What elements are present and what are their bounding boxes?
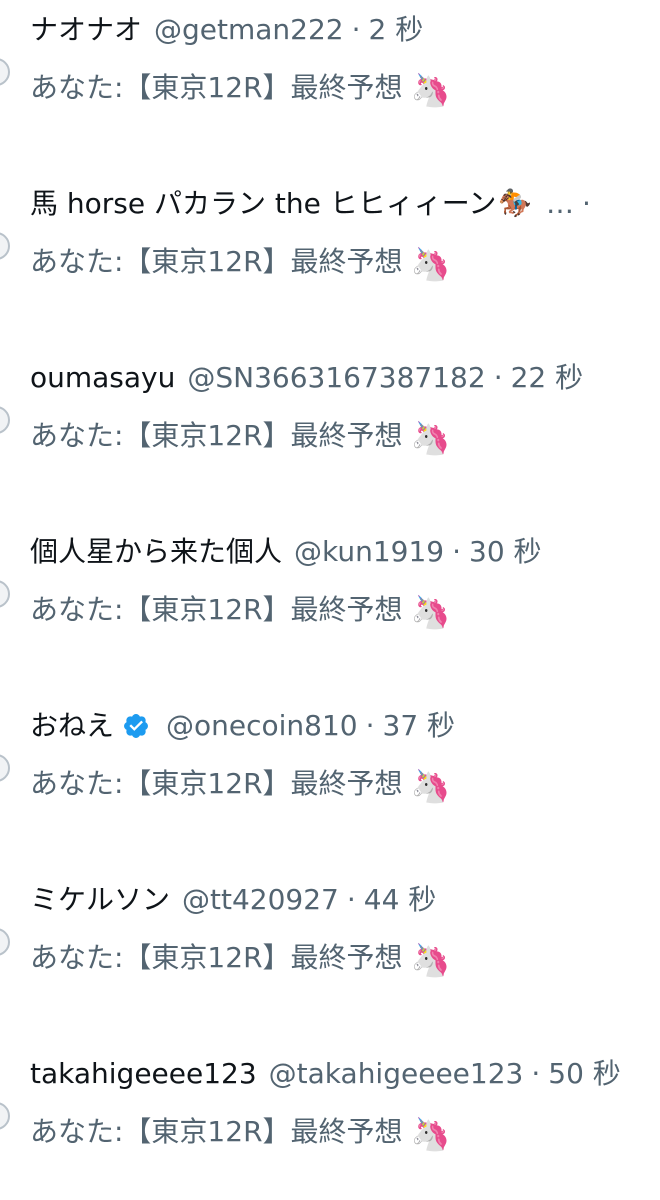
unicorn-emoji: 🦄 [410,245,451,283]
display-name[interactable]: おねえ [30,704,114,748]
avatar[interactable] [0,754,10,782]
notification-item[interactable]: 個人星から来た個人 @kun1919 · 30 秒 あなた:【東京12R】最終予… [0,530,660,640]
user-header: おねえ @onecoin810 · 37 秒 [30,704,660,748]
username-handle[interactable]: @takahigeeee123 [269,1052,524,1096]
notification-item[interactable]: 馬 horse パカラン the ヒヒィィーン 🏇 … · あなた:【東京12R】… [0,182,660,292]
user-header: 個人星から来た個人 @kun1919 · 30 秒 [30,530,660,574]
separator-dot: · [346,883,356,916]
timestamp: 50 秒 [548,1057,621,1090]
notification-item[interactable]: ナオナオ @getman222 · 2 秒 あなた:【東京12R】最終予想 🦄 [0,8,660,118]
verified-badge-icon [122,712,150,740]
display-name[interactable]: ナオナオ [30,8,142,52]
notification-snippet: あなた:【東京12R】最終予想 🦄 [30,762,450,808]
unicorn-emoji: 🦄 [410,1115,451,1153]
notification-snippet: あなた:【東京12R】最終予想 🦄 [30,936,450,982]
timestamp: 2 秒 [368,13,424,46]
separator-dot: · [351,13,361,46]
user-header: ナオナオ @getman222 · 2 秒 [30,8,660,52]
user-header: takahigeeee123 @takahigeeee123 · 50 秒 [30,1052,660,1096]
notification-snippet: あなた:【東京12R】最終予想 🦄 [30,66,450,112]
avatar[interactable] [0,580,10,608]
notification-snippet: あなた:【東京12R】最終予想 🦄 [30,1110,450,1156]
username-handle[interactable]: @getman222 [154,8,344,52]
separator-dot: · [452,535,462,568]
display-name[interactable]: ミケルソン [30,878,170,922]
user-header: 馬 horse パカラン the ヒヒィィーン 🏇 … · [30,182,660,226]
avatar[interactable] [0,406,10,434]
unicorn-emoji: 🦄 [410,419,451,457]
notification-item[interactable]: oumasayu @SN3663167387182 · 22 秒 あなた:【東京… [0,356,660,466]
horse-racing-emoji: 🏇 [498,188,532,219]
snippet-text: あなた:【東京12R】最終予想 [30,419,403,452]
user-header: ミケルソン @tt420927 · 44 秒 [30,878,660,922]
notification-snippet: あなた:【東京12R】最終予想 🦄 [30,414,450,460]
notification-item[interactable]: takahigeeee123 @takahigeeee123 · 50 秒 あな… [0,1052,660,1162]
unicorn-emoji: 🦄 [410,767,451,805]
username-handle[interactable]: @SN3663167387182 [187,356,485,400]
snippet-text: あなた:【東京12R】最終予想 [30,941,403,974]
snippet-text: あなた:【東京12R】最終予想 [30,593,403,626]
timestamp: 37 秒 [382,709,456,742]
username-handle[interactable]: @tt420927 [182,878,339,922]
separator-dot: · [493,361,503,394]
snippet-text: あなた:【東京12R】最終予想 [30,1115,403,1148]
avatar[interactable] [0,232,10,260]
display-name[interactable]: oumasayu [30,356,175,400]
unicorn-emoji: 🦄 [410,941,451,979]
avatar[interactable] [0,1102,10,1130]
separator-dot: · [365,709,375,742]
display-name[interactable]: 馬 horse パカラン the ヒヒィィーン [30,182,496,226]
notification-item[interactable]: おねえ @onecoin810 · 37 秒 あなた:【東京12R】最終予想 🦄 [0,704,660,814]
timestamp: 44 秒 [363,883,437,916]
truncation-ellipsis: … [545,187,574,220]
unicorn-emoji: 🦄 [410,593,451,631]
timestamp: 22 秒 [510,361,584,394]
separator-dot: · [581,187,591,220]
snippet-text: あなた:【東京12R】最終予想 [30,245,403,278]
notification-list: ナオナオ @getman222 · 2 秒 あなた:【東京12R】最終予想 🦄 馬… [0,0,660,1200]
notification-snippet: あなた:【東京12R】最終予想 🦄 [30,240,450,286]
notification-snippet: あなた:【東京12R】最終予想 🦄 [30,588,450,634]
display-name[interactable]: takahigeeee123 [30,1052,257,1096]
username-handle[interactable]: @kun1919 [294,530,444,574]
username-handle[interactable]: @onecoin810 [166,704,358,748]
display-name[interactable]: 個人星から来た個人 [30,530,282,574]
avatar[interactable] [0,58,10,86]
user-header: oumasayu @SN3663167387182 · 22 秒 [30,356,660,400]
snippet-text: あなた:【東京12R】最終予想 [30,767,403,800]
separator-dot: · [531,1057,541,1090]
timestamp: 30 秒 [469,535,542,568]
unicorn-emoji: 🦄 [410,71,451,109]
avatar[interactable] [0,928,10,956]
notification-item[interactable]: ミケルソン @tt420927 · 44 秒 あなた:【東京12R】最終予想 🦄 [0,878,660,988]
snippet-text: あなた:【東京12R】最終予想 [30,71,403,104]
